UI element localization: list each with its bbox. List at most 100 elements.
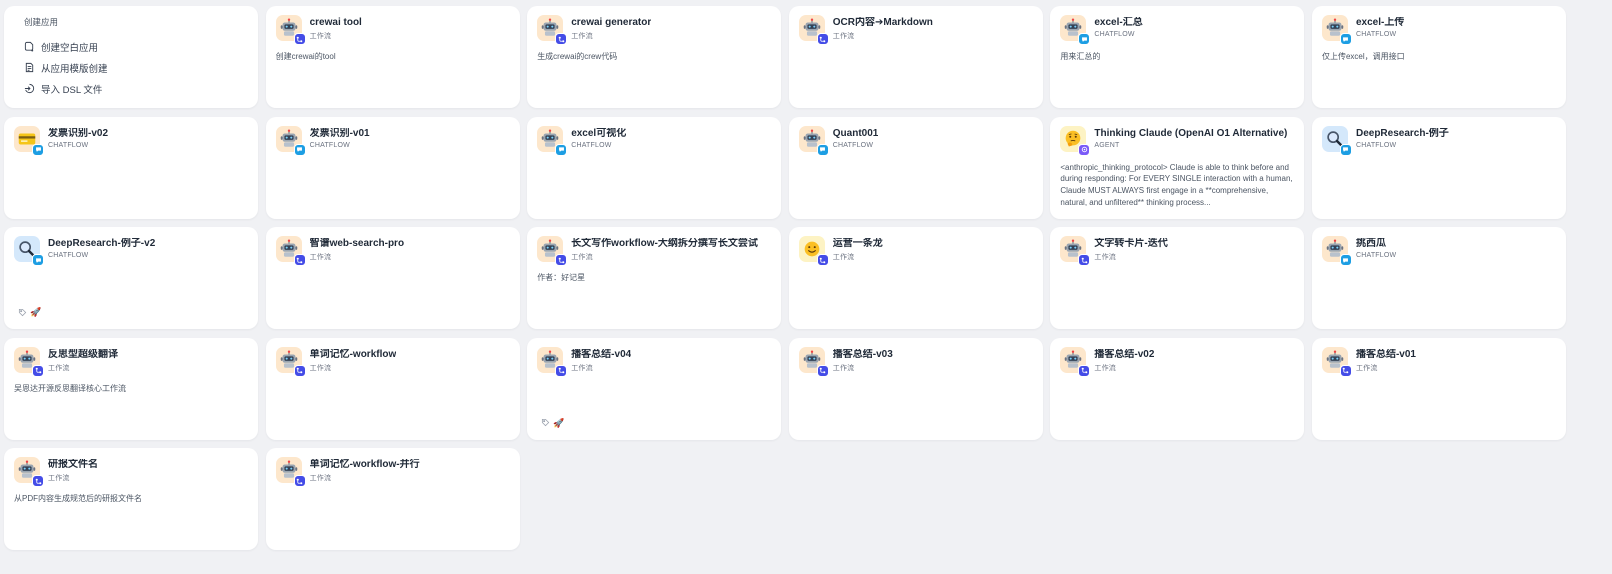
app-icon [1321, 125, 1352, 156]
workflow-badge-icon [816, 33, 829, 45]
app-icon [14, 346, 44, 377]
app-name: 智谱web-search-pro [309, 238, 405, 249]
app-card[interactable]: 播客总结-v02 工作流 [1050, 337, 1305, 440]
app-icon [1060, 236, 1091, 266]
app-name: 研报文件名 [48, 459, 98, 470]
app-card[interactable]: OCR内容➔Markdown 工作流 [788, 6, 1043, 108]
app-icon [537, 15, 568, 45]
app-meta: excel可视化 CHATFLOW [571, 126, 626, 149]
app-name: 播客总结-v01 [1355, 348, 1416, 360]
app-icon [537, 346, 568, 377]
app-card-header: 反思型超级翻译 工作流 [14, 346, 248, 377]
app-card[interactable]: 发票识别-v02 CHATFLOW [4, 116, 258, 219]
app-card[interactable]: 研报文件名 工作流 从PDF内容生成规范后的研报文件名 [4, 448, 258, 550]
app-card[interactable]: Quant001 CHATFLOW [788, 116, 1043, 219]
app-name: 长文写作workflow-大纲拆分撰写长文尝试 [571, 238, 758, 249]
app-meta: 长文写作workflow-大纲拆分撰写长文尝试 工作流 [571, 236, 758, 262]
app-card-header: 智谱web-search-pro 工作流 [275, 236, 510, 266]
app-meta: 智谱web-search-pro 工作流 [310, 236, 404, 262]
app-card[interactable]: 挑西瓜 CHATFLOW [1311, 227, 1566, 329]
app-type: 工作流 [832, 364, 855, 372]
app-card[interactable]: crewai generator 工作流 生成crewai的crew代码 [527, 6, 782, 108]
app-card[interactable]: 单词记忆-workflow 工作流 [265, 337, 520, 440]
app-card-header: excel可视化 CHATFLOW [537, 125, 771, 156]
app-card[interactable]: 播客总结-v03 工作流 [788, 337, 1043, 440]
app-card[interactable]: 播客总结-v04 工作流 🚀 [527, 337, 782, 440]
create-blank-app-button[interactable]: 创建空白应用 [20, 36, 242, 57]
app-name: 发票识别-v01 [309, 127, 370, 139]
app-card[interactable]: 发票识别-v01 CHATFLOW [265, 116, 520, 219]
app-icon [537, 125, 568, 156]
app-card[interactable]: Thinking Claude (OpenAI O1 Alternative) A… [1050, 116, 1305, 219]
app-icon [275, 125, 306, 156]
app-meta: crewai generator 工作流 [571, 15, 651, 41]
app-card[interactable]: DeepResearch-例子 CHATFLOW [1311, 116, 1566, 219]
app-meta: 播客总结-v04 工作流 [571, 347, 631, 373]
app-name: excel-汇总 [1094, 17, 1143, 28]
app-name: 挑西瓜 [1355, 238, 1386, 249]
app-card-header: OCR内容➔Markdown 工作流 [798, 15, 1033, 45]
app-meta: crewai tool 工作流 [310, 15, 362, 41]
chatflow-badge-icon [1339, 143, 1352, 156]
chatflow-badge-icon [1078, 33, 1091, 45]
app-type: 工作流 [832, 33, 855, 40]
app-tags[interactable]: 🚀 [18, 307, 41, 317]
app-description: 吴恩达开源反思翻译核心工作流 [14, 383, 126, 393]
app-icon [1060, 346, 1091, 377]
app-card[interactable]: DeepResearch-例子-v2 CHATFLOW 🚀 [4, 227, 258, 329]
app-card[interactable]: 反思型超级翻译 工作流吴恩达开源反思翻译核心工作流 [4, 337, 258, 440]
app-card[interactable]: crewai tool 工作流 创建crewai的tool [265, 6, 520, 108]
app-meta: Thinking Claude (OpenAI O1 Alternative) A… [1094, 126, 1287, 149]
app-card-header: crewai generator 工作流 [537, 15, 771, 45]
app-icon [798, 236, 829, 266]
app-card-header: 挑西瓜 CHATFLOW [1321, 236, 1556, 266]
app-meta: 文字转卡片-迭代工作流 [1094, 236, 1167, 262]
workflow-badge-icon [293, 475, 306, 487]
app-type: 工作流 [1094, 254, 1116, 261]
app-card[interactable]: 智谱web-search-pro 工作流 [265, 227, 520, 329]
app-icon [798, 346, 829, 377]
chatflow-badge-icon [816, 143, 829, 156]
app-card-header: excel-上传 CHATFLOW [1321, 15, 1556, 45]
app-meta: 播客总结-v03 工作流 [833, 347, 893, 373]
app-type: 工作流 [1094, 364, 1116, 372]
app-card[interactable]: excel-汇总 CHATFLOW 用来汇总的 [1050, 6, 1305, 108]
app-type: CHATFLOW [1355, 252, 1397, 259]
workflow-badge-icon [816, 364, 829, 377]
app-icon [14, 457, 44, 487]
app-card[interactable]: 文字转卡片-迭代工作流 [1050, 227, 1305, 329]
app-icon [275, 457, 306, 487]
app-card-header: Thinking Claude (OpenAI O1 Alternative) A… [1060, 125, 1294, 156]
app-card-header: crewai tool 工作流 [275, 15, 510, 45]
workflow-badge-icon [1078, 254, 1091, 266]
import-dsl-button[interactable]: 导入 DSL 文件 [20, 78, 242, 99]
app-name: 单词记忆-workflow [309, 348, 397, 360]
app-description: 作者：好记星 [537, 273, 586, 282]
create-from-template-button[interactable]: 从应用模版创建 [20, 57, 242, 78]
app-card[interactable]: excel-上传 CHATFLOW 仅上传excel，调用接口 [1311, 6, 1566, 108]
app-card-header: 单词记忆-workflow-并行 工作流 [275, 457, 510, 487]
app-card[interactable]: excel可视化 CHATFLOW [527, 116, 782, 219]
app-tags[interactable]: 🚀 [541, 418, 564, 428]
chatflow-badge-icon [1339, 254, 1352, 266]
app-meta: 运营一条龙 工作流 [833, 236, 883, 262]
app-card[interactable]: 长文写作workflow-大纲拆分撰写长文尝试 工作流作者：好记星 [527, 227, 782, 329]
workflow-badge-icon [555, 33, 568, 45]
app-card[interactable]: 播客总结-v01 工作流 [1311, 337, 1566, 440]
app-name: 运营一条龙 [832, 238, 883, 249]
app-card-header: excel-汇总 CHATFLOW [1060, 15, 1294, 45]
app-card[interactable]: 单词记忆-workflow-并行 工作流 [265, 448, 520, 550]
tag-icon [542, 418, 550, 427]
app-icon [798, 15, 829, 45]
app-card[interactable]: 运营一条龙 工作流 [788, 227, 1043, 329]
app-name: 文字转卡片-迭代 [1094, 238, 1168, 249]
app-name: 播客总结-v03 [832, 348, 893, 360]
app-type: 工作流 [1355, 364, 1378, 372]
chatflow-badge-icon [555, 143, 568, 156]
app-card-header: Quant001 CHATFLOW [798, 125, 1033, 156]
app-type: 工作流 [309, 33, 332, 40]
app-name: 单词记忆-workflow-并行 [309, 459, 420, 470]
app-name: 播客总结-v02 [1094, 348, 1155, 360]
app-icon [1321, 346, 1352, 377]
app-type: 工作流 [48, 364, 70, 372]
